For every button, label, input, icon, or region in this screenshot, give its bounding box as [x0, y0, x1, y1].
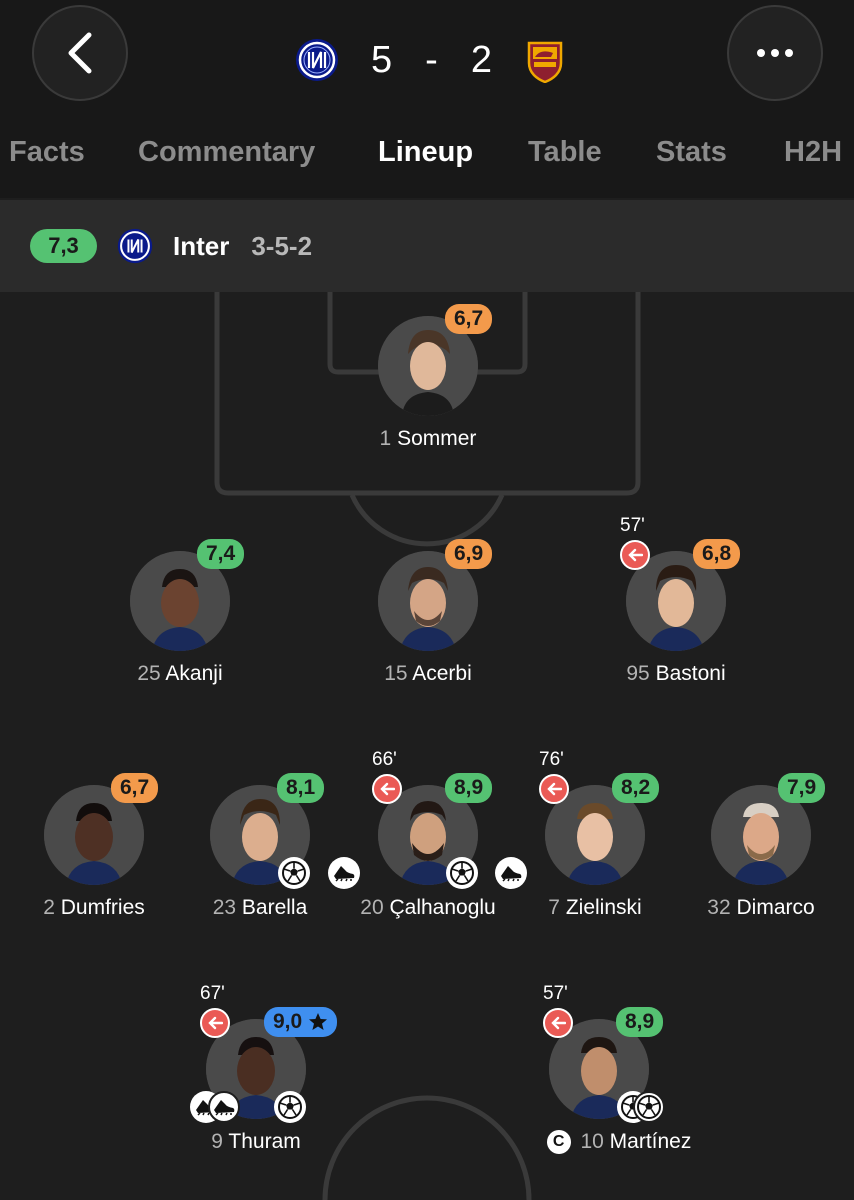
player-rating-badge: 9,0 [264, 1007, 338, 1037]
player-label: C 10 Martínez [499, 1130, 739, 1155]
tab-commentary[interactable]: Commentary [138, 136, 315, 169]
tab-bar: Facts Commentary Lineup Table Stats H2H [0, 120, 854, 198]
substitution-arrow-icon [543, 1008, 573, 1038]
tab-table[interactable]: Table [528, 136, 602, 169]
sub-minute: 57' [620, 515, 645, 536]
team-name: Inter [173, 230, 230, 261]
boot-icon [208, 1091, 240, 1123]
back-button[interactable] [32, 5, 128, 101]
player-rating-badge: 8,9 [616, 1007, 664, 1037]
player-martinez[interactable]: 57' 8,9 C 10 Martínez [499, 983, 699, 1155]
player-akanji[interactable]: 7,4 25 Akanji [80, 539, 280, 685]
player-thuram[interactable]: 67' 9,0 9 Thuram [156, 983, 356, 1153]
boot-icon [328, 857, 360, 889]
player-rating-badge: 8,2 [612, 773, 660, 803]
substitution-arrow-icon [620, 540, 650, 570]
team-rating-badge: 7,3 [30, 229, 97, 263]
player-label: 95 Bastoni [626, 662, 726, 685]
player-label: 1 Sommer [379, 427, 477, 450]
match-header: 5 - 2 [0, 0, 854, 120]
away-score: 2 [470, 38, 493, 81]
substitution-arrow-icon [539, 774, 569, 804]
player-label: 15 Acerbi [384, 662, 472, 685]
tab-h2h[interactable]: H2H [784, 136, 842, 169]
sub-minute: 76' [539, 749, 564, 770]
sub-minute: 67' [200, 983, 225, 1004]
pitch: 6,7 1 Sommer 7,4 25 Akanji 6,9 15 Acerbi… [0, 292, 854, 1200]
player-rating-badge: 6,8 [693, 539, 741, 569]
tab-stats[interactable]: Stats [656, 136, 727, 169]
player-label: 25 Akanji [137, 662, 223, 685]
football-icon [278, 857, 310, 889]
player-rating-badge: 6,7 [445, 304, 493, 334]
football-icon [446, 857, 478, 889]
tab-facts[interactable]: Facts [9, 136, 85, 169]
captain-icon: C [546, 1130, 571, 1155]
scoreline[interactable]: 5 - 2 [295, 35, 565, 85]
tab-lineup[interactable]: Lineup [378, 136, 473, 169]
inter-logo-icon [296, 39, 338, 81]
player-bastoni[interactable]: 57' 6,8 95 Bastoni [576, 515, 776, 685]
player-rating-badge: 8,9 [445, 773, 493, 803]
sub-minute: 66' [372, 749, 397, 770]
back-chevron-icon [68, 32, 92, 74]
player-acerbi[interactable]: 6,9 15 Acerbi [328, 539, 528, 685]
more-dots-icon [757, 49, 793, 57]
player-rating-badge: 8,1 [277, 773, 325, 803]
player-label: 32 Dimarco [707, 896, 815, 919]
football-icon [274, 1091, 306, 1123]
substitution-arrow-icon [200, 1008, 230, 1038]
team-formation: 3-5-2 [251, 230, 313, 261]
player-rating-badge: 7,9 [778, 773, 826, 803]
roma-logo-icon [527, 41, 563, 83]
player-dimarco[interactable]: 7,9 32 Dimarco [661, 773, 854, 919]
team-header[interactable]: 7,3 Inter 3-5-2 [0, 200, 854, 292]
score-separator: - [425, 38, 439, 81]
more-button[interactable] [727, 5, 823, 101]
player-label: 9 Thuram [211, 1130, 301, 1153]
star-icon [309, 1013, 328, 1030]
player-rating-badge: 7,4 [197, 539, 245, 569]
boot-icon [495, 857, 527, 889]
player-rating-badge: 6,7 [111, 773, 159, 803]
football-icon [633, 1091, 665, 1123]
player-sommer[interactable]: 6,7 1 Sommer [328, 304, 528, 450]
player-rating-badge: 6,9 [445, 539, 493, 569]
home-score: 5 [371, 38, 394, 81]
substitution-arrow-icon [372, 774, 402, 804]
sub-minute: 57' [543, 983, 568, 1004]
inter-logo-icon [117, 228, 153, 264]
